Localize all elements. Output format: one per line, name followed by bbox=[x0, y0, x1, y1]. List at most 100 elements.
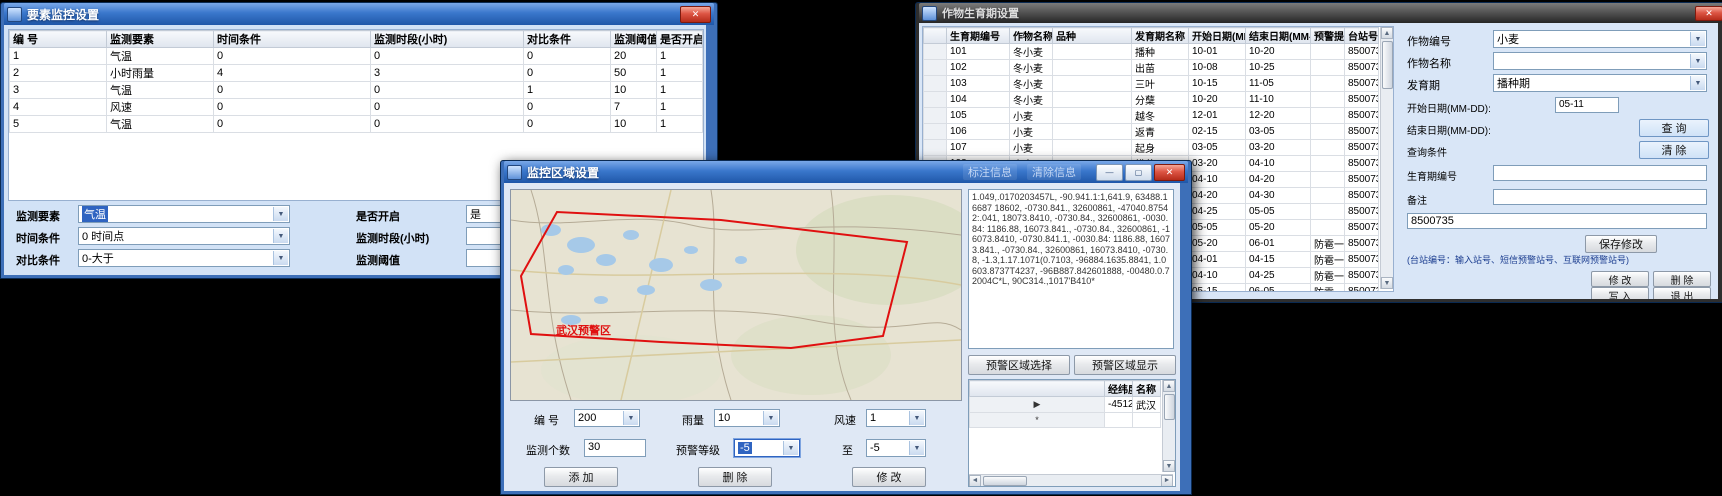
title-bar[interactable]: 监控区域设置 标注信息清除信息 — ▢ ✕ bbox=[504, 161, 1188, 183]
table-row[interactable]: 103 冬小麦 三叶 10-15 11-05 8500730 bbox=[924, 76, 1379, 92]
action-button[interactable]: 修 改 bbox=[852, 467, 926, 487]
row-selector[interactable] bbox=[924, 44, 947, 60]
region-show-button[interactable]: 预警区域显示 bbox=[1074, 355, 1176, 375]
column-header[interactable] bbox=[970, 381, 1105, 397]
modify-button[interactable]: 修 改 bbox=[1591, 271, 1649, 287]
row-selector[interactable] bbox=[924, 108, 947, 124]
grid-hscrollbar[interactable]: ◄ ► bbox=[969, 474, 1173, 486]
chevron-down-icon[interactable]: ▼ bbox=[783, 441, 798, 455]
level-select[interactable]: -5 ▼ bbox=[734, 439, 800, 457]
column-header[interactable]: 结束日期(MM-DD) bbox=[1246, 28, 1311, 44]
grid-vscrollbar[interactable]: ▲ ▼ bbox=[1162, 380, 1175, 472]
station-input[interactable]: 8500735 bbox=[1407, 213, 1707, 229]
stageno-input[interactable] bbox=[1493, 165, 1707, 181]
row-selector[interactable] bbox=[924, 92, 947, 108]
start-date-input[interactable]: 05-11 bbox=[1555, 97, 1619, 113]
chevron-down-icon[interactable]: ▼ bbox=[1690, 32, 1705, 46]
scroll-thumb[interactable] bbox=[1164, 394, 1175, 420]
column-header[interactable]: 开始日期(MM-DD) bbox=[1189, 28, 1246, 44]
close-button[interactable]: ✕ bbox=[1695, 6, 1722, 21]
column-header[interactable]: 时间条件 bbox=[214, 31, 371, 48]
column-header[interactable]: 是否开启 bbox=[657, 31, 703, 48]
chevron-down-icon[interactable]: ▼ bbox=[909, 441, 924, 455]
to-select[interactable]: -5 ▼ bbox=[866, 439, 926, 457]
row-selector[interactable] bbox=[924, 76, 947, 92]
table-row[interactable]: 3 气温 0 0 1 10 1 bbox=[10, 82, 703, 99]
table-row[interactable]: 1 气温 0 0 0 20 1 bbox=[10, 48, 703, 65]
column-header[interactable]: 监测时段(小时) bbox=[371, 31, 524, 48]
scroll-right-icon[interactable]: ► bbox=[1161, 475, 1173, 487]
table-scrollbar[interactable]: ▲ ▼ bbox=[1380, 27, 1393, 289]
column-header[interactable]: 监测阈值 bbox=[611, 31, 657, 48]
column-header[interactable]: 台站号 bbox=[1345, 28, 1379, 44]
time-cond-select[interactable]: 0 时间点 ▼ bbox=[78, 227, 290, 245]
chevron-down-icon[interactable]: ▼ bbox=[273, 207, 288, 221]
stage-select[interactable]: 播种期 ▼ bbox=[1493, 74, 1707, 92]
scroll-up-icon[interactable]: ▲ bbox=[1381, 27, 1393, 39]
titlebar-label[interactable]: 清除信息 bbox=[1027, 164, 1081, 180]
delete-button[interactable]: 删 除 bbox=[1653, 271, 1711, 287]
action-button[interactable]: 添 加 bbox=[544, 467, 618, 487]
column-header[interactable]: 生育期编号 bbox=[947, 28, 1010, 44]
title-bar[interactable]: 作物生育期设置 ✕ bbox=[919, 3, 1722, 23]
coordinates-panel[interactable]: 1.049,.0170203457L, -90.941.1:1,641.9, 6… bbox=[968, 189, 1174, 349]
scroll-thumb[interactable] bbox=[983, 476, 1027, 486]
row-selector[interactable] bbox=[924, 60, 947, 76]
compare-select[interactable]: 0-大于 ▼ bbox=[78, 249, 290, 267]
table-row[interactable]: 107 小麦 起身 03-05 03-20 8500730 bbox=[924, 140, 1379, 156]
clear-button[interactable]: 清 除 bbox=[1639, 141, 1709, 159]
titlebar-label[interactable]: 标注信息 bbox=[963, 164, 1017, 180]
write-button[interactable]: 写 入 bbox=[1591, 287, 1649, 299]
region-no-select[interactable]: 200 ▼ bbox=[574, 409, 640, 427]
chevron-down-icon[interactable]: ▼ bbox=[623, 411, 638, 425]
table-row[interactable]: 101 冬小麦 播种 10-01 10-20 8500730 bbox=[924, 44, 1379, 60]
row-selector[interactable] bbox=[924, 140, 947, 156]
column-header[interactable]: 发育期名称 bbox=[1132, 28, 1189, 44]
maximize-button[interactable]: ▢ bbox=[1125, 164, 1152, 181]
map-canvas[interactable]: 武汉预警区 bbox=[510, 189, 962, 401]
column-header[interactable]: 经纬度 bbox=[1105, 381, 1133, 397]
exit-button[interactable]: 退 出 bbox=[1653, 287, 1711, 299]
scroll-down-icon[interactable]: ▼ bbox=[1163, 460, 1175, 472]
column-header[interactable]: 名称 bbox=[1133, 381, 1161, 397]
crop-name-select[interactable]: ▼ bbox=[1493, 52, 1707, 70]
close-button[interactable]: ✕ bbox=[680, 6, 711, 23]
column-header[interactable]: 对比条件 bbox=[524, 31, 611, 48]
minimize-button[interactable]: — bbox=[1096, 164, 1123, 181]
table-row[interactable]: 102 冬小麦 出苗 10-08 10-25 8500730 bbox=[924, 60, 1379, 76]
column-header[interactable]: 预警提示 bbox=[1311, 28, 1345, 44]
remark-input[interactable] bbox=[1493, 189, 1707, 205]
scroll-left-icon[interactable]: ◄ bbox=[969, 475, 981, 487]
table-row[interactable]: * bbox=[970, 413, 1161, 428]
column-header[interactable]: 品种 bbox=[1053, 28, 1132, 44]
close-button[interactable]: ✕ bbox=[1154, 164, 1185, 181]
column-header[interactable]: 编 号 bbox=[10, 31, 107, 48]
table-row[interactable]: 2 小时雨量 4 3 0 50 1 bbox=[10, 65, 703, 82]
region-select-button[interactable]: 预警区域选择 bbox=[968, 355, 1070, 375]
table-row[interactable]: 104 冬小麦 分蘖 10-20 11-10 8500730 bbox=[924, 92, 1379, 108]
column-header[interactable]: 监测要素 bbox=[107, 31, 214, 48]
chevron-down-icon[interactable]: ▼ bbox=[273, 229, 288, 243]
table-row[interactable]: 4 风速 0 0 0 7 1 bbox=[10, 99, 703, 116]
action-button[interactable]: 删 除 bbox=[698, 467, 772, 487]
chevron-down-icon[interactable]: ▼ bbox=[909, 411, 924, 425]
save-modify-button[interactable]: 保存修改 bbox=[1585, 235, 1657, 253]
scroll-down-icon[interactable]: ▼ bbox=[1381, 277, 1393, 289]
table-row[interactable]: 105 小麦 越冬 12-01 12-20 8500730 bbox=[924, 108, 1379, 124]
chevron-down-icon[interactable]: ▼ bbox=[763, 411, 778, 425]
column-header[interactable]: 作物名称 bbox=[1010, 28, 1053, 44]
wind-select[interactable]: 1 ▼ bbox=[866, 409, 926, 427]
chevron-down-icon[interactable]: ▼ bbox=[273, 251, 288, 265]
row-selector[interactable] bbox=[924, 124, 947, 140]
element-select[interactable]: 气温 ▼ bbox=[78, 205, 290, 223]
crop-no-select[interactable]: 小麦 ▼ bbox=[1493, 30, 1707, 48]
scroll-up-icon[interactable]: ▲ bbox=[1163, 380, 1175, 392]
table-row[interactable]: ▶ -45122.16838... 武汉 bbox=[970, 397, 1161, 413]
table-row[interactable]: 5 气温 0 0 0 10 1 bbox=[10, 116, 703, 133]
chevron-down-icon[interactable]: ▼ bbox=[1690, 54, 1705, 68]
rain-select[interactable]: 10 ▼ bbox=[714, 409, 780, 427]
query-button[interactable]: 查 询 bbox=[1639, 119, 1709, 137]
count-input[interactable]: 30 bbox=[584, 439, 646, 457]
chevron-down-icon[interactable]: ▼ bbox=[1690, 76, 1705, 90]
table-row[interactable]: 106 小麦 返青 02-15 03-05 8500730 bbox=[924, 124, 1379, 140]
